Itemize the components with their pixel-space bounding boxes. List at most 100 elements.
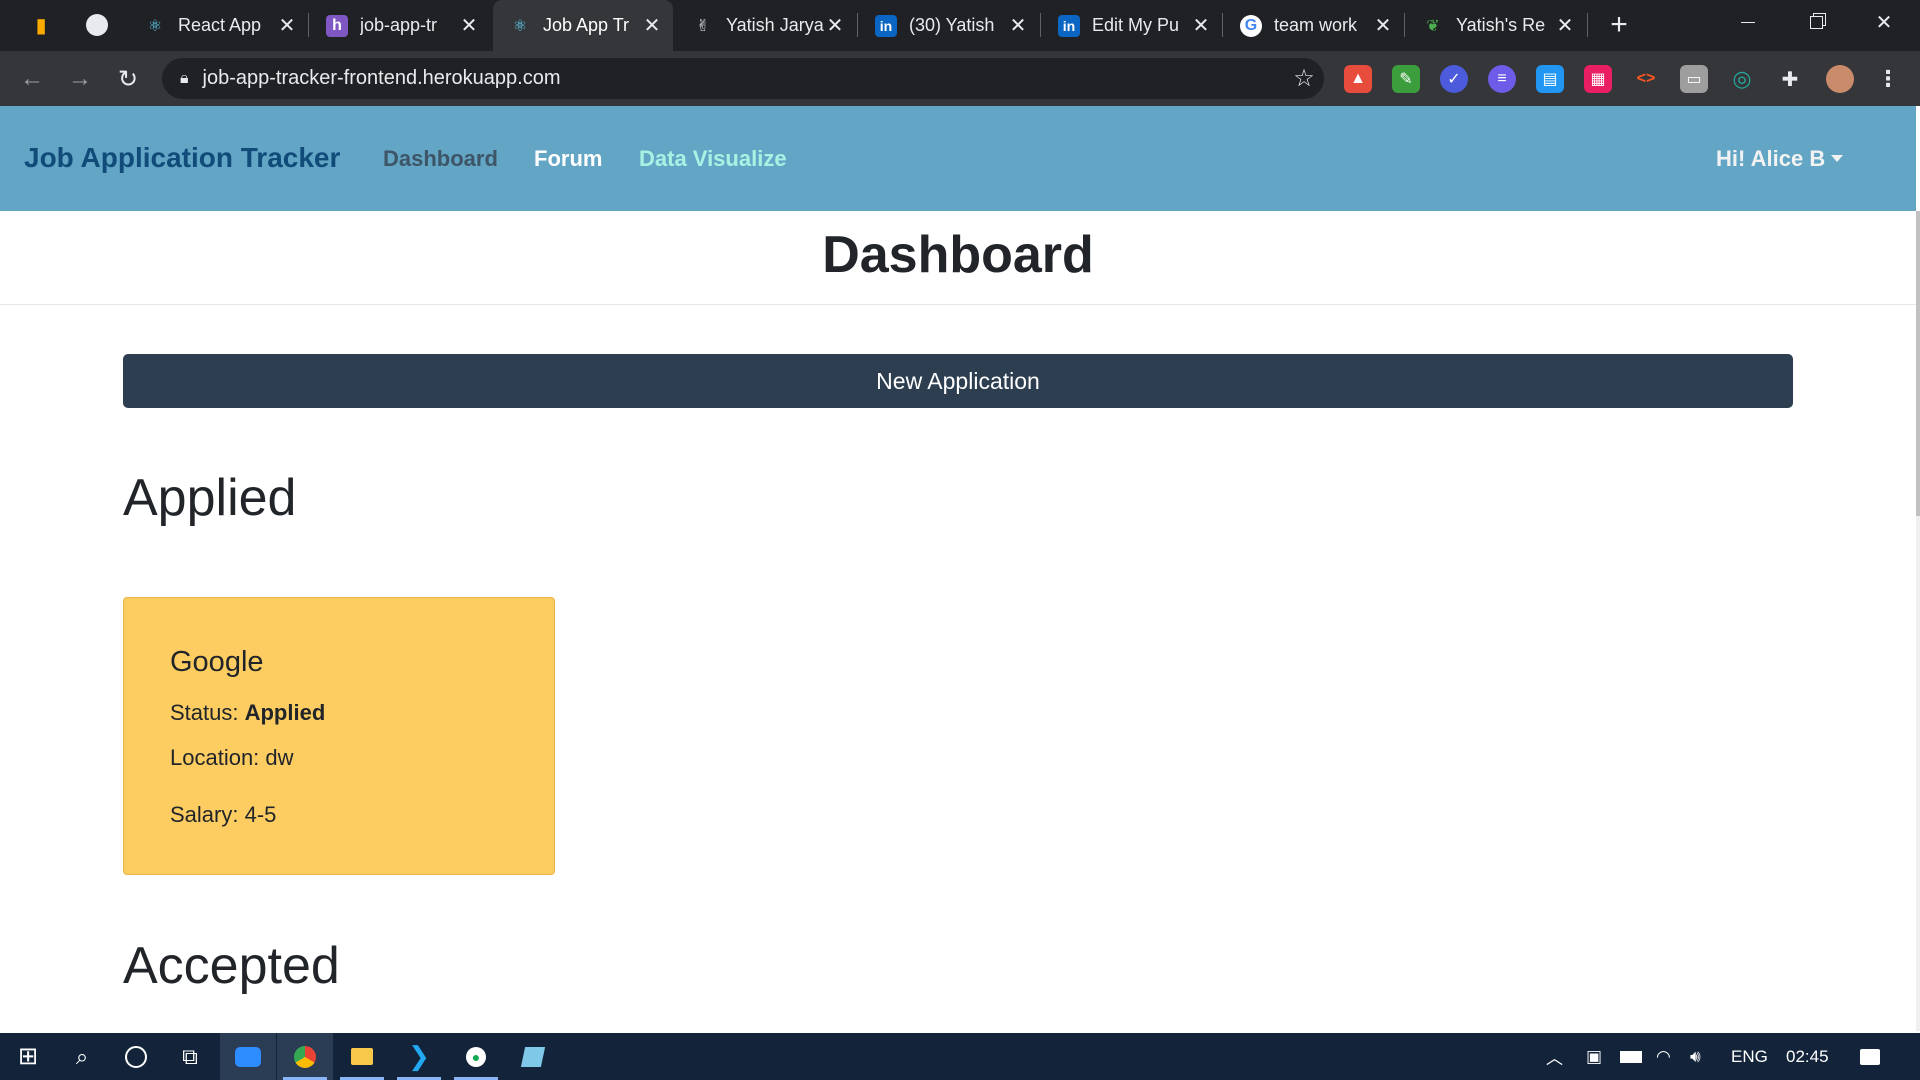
tab-title: job-app-tr bbox=[360, 15, 438, 35]
search-button[interactable]: ⌕ bbox=[54, 1033, 110, 1080]
task-view-icon: ⧉ bbox=[182, 1043, 198, 1069]
cortana-circle-icon bbox=[125, 1045, 147, 1068]
extensions-puzzle-icon[interactable]: ✚ bbox=[1776, 65, 1804, 93]
page-title: Dashboard bbox=[822, 226, 1094, 284]
extension-lighthouse-icon[interactable]: ▲ bbox=[1344, 65, 1372, 93]
nav-dashboard-link[interactable]: Dashboard bbox=[383, 146, 498, 172]
github-icon bbox=[86, 14, 108, 36]
vscode-icon: ❯ bbox=[408, 1041, 430, 1071]
new-tab-button[interactable]: + bbox=[1603, 9, 1635, 41]
new-application-button[interactable]: New Application bbox=[123, 354, 1793, 408]
tab-title: Edit My Pu bbox=[1092, 15, 1180, 35]
lock-icon: 🔒︎ bbox=[180, 69, 189, 87]
notes-icon bbox=[520, 1046, 546, 1067]
tab-separator bbox=[1404, 13, 1405, 37]
taskbar-vscode[interactable]: ❯ bbox=[391, 1033, 447, 1080]
cortana-button[interactable] bbox=[108, 1033, 164, 1080]
tray-volume[interactable]: 🔊︎ bbox=[1690, 1033, 1701, 1080]
tray-notifications[interactable] bbox=[1860, 1033, 1880, 1080]
tab-title: Yatish's Re bbox=[1456, 15, 1546, 35]
forward-button[interactable]: → bbox=[62, 61, 98, 97]
browser-tab-strip: ▮ ⚛ React App ✕ h job-app-tr ✕ ⚛ Job App… bbox=[0, 0, 1920, 51]
extension-reader-icon[interactable]: ▤ bbox=[1536, 65, 1564, 93]
close-tab-icon[interactable]: ✕ bbox=[1192, 13, 1210, 38]
browser-tab[interactable]: ❦ Yatish's Re ✕ bbox=[1406, 7, 1586, 44]
tray-clock[interactable]: 02:45 bbox=[1786, 1033, 1829, 1080]
close-icon: ✕ bbox=[1875, 11, 1893, 34]
speaker-icon: 🔊︎ bbox=[1690, 1046, 1701, 1066]
browser-tab[interactable]: ✌ Yatish Jarya ✕ bbox=[676, 7, 856, 44]
extension-printer-icon[interactable]: ▭ bbox=[1680, 65, 1708, 93]
tray-battery[interactable] bbox=[1620, 1033, 1642, 1080]
user-greeting: Hi! Alice B bbox=[1716, 146, 1826, 171]
minimize-button[interactable] bbox=[1716, 0, 1780, 44]
task-view-button[interactable]: ⧉ bbox=[162, 1033, 218, 1080]
url-text[interactable]: job-app-tracker-frontend.herokuapp.com bbox=[203, 67, 1284, 90]
application-card[interactable]: Google Status: Applied Location: dw Sala… bbox=[123, 597, 555, 875]
card-status: Status: Applied bbox=[170, 700, 325, 726]
browser-toolbar: ← → ↻ 🔒︎ job-app-tracker-frontend.heroku… bbox=[0, 51, 1920, 106]
tray-show-hidden[interactable]: ︿ bbox=[1546, 1033, 1563, 1080]
extension-stripes-icon[interactable]: ≡ bbox=[1488, 65, 1516, 93]
close-window-button[interactable]: ✕ bbox=[1852, 0, 1916, 44]
react-icon: ⚛ bbox=[147, 17, 163, 35]
reload-button[interactable]: ↻ bbox=[110, 61, 146, 97]
browser-tab[interactable]: ⚛ React App ✕ bbox=[128, 7, 308, 44]
tray-network[interactable]: ◠ bbox=[1656, 1033, 1671, 1080]
browser-tab[interactable]: h job-app-tr ✕ bbox=[310, 7, 490, 44]
tab-separator bbox=[1222, 13, 1223, 37]
tab-separator bbox=[1040, 13, 1041, 37]
close-tab-icon[interactable]: ✕ bbox=[826, 13, 844, 38]
search-icon: ⌕ bbox=[75, 1043, 89, 1069]
close-tab-icon[interactable]: ✕ bbox=[1009, 13, 1027, 38]
back-button[interactable]: ← bbox=[14, 61, 50, 97]
taskbar-notes-app[interactable] bbox=[505, 1033, 561, 1080]
start-button[interactable]: ⊞ bbox=[0, 1033, 56, 1080]
card-status-label: Status: bbox=[170, 700, 239, 725]
arrow-left-icon: ← bbox=[20, 65, 44, 92]
notification-icon bbox=[1860, 1048, 1880, 1065]
taskbar-mongodb[interactable]: ● bbox=[448, 1033, 504, 1080]
extension-ring-icon[interactable]: ◎ bbox=[1728, 65, 1756, 93]
brand-link[interactable]: Job Application Tracker bbox=[24, 142, 340, 174]
taskbar-file-explorer[interactable] bbox=[334, 1033, 390, 1080]
browser-tab[interactable]: G team work ✕ bbox=[1224, 7, 1404, 44]
browser-tab-active[interactable]: ⚛ Job App Tr ✕ bbox=[493, 0, 673, 51]
taskbar-chrome[interactable] bbox=[277, 1033, 333, 1080]
extension-pen-icon[interactable]: ✎ bbox=[1392, 65, 1420, 93]
tray-language[interactable]: ENG bbox=[1731, 1033, 1768, 1080]
browser-tab[interactable]: in (30) Yatish ✕ bbox=[859, 7, 1039, 44]
chevron-up-icon: ︿ bbox=[1546, 1049, 1563, 1068]
card-status-value: Applied bbox=[244, 700, 326, 725]
extension-grid-icon[interactable]: ▦ bbox=[1584, 65, 1612, 93]
restore-button[interactable] bbox=[1784, 0, 1848, 44]
nav-data-visualize-link[interactable]: Data Visualize bbox=[639, 146, 787, 172]
close-tab-icon[interactable]: ✕ bbox=[460, 13, 478, 38]
profile-avatar[interactable] bbox=[1826, 65, 1854, 93]
extension-check-icon[interactable]: ✓ bbox=[1440, 65, 1468, 93]
tab-separator bbox=[1587, 13, 1588, 37]
pinned-tab-bookmark[interactable]: ▮ bbox=[16, 7, 66, 43]
restore-icon bbox=[1809, 15, 1823, 29]
user-menu-dropdown[interactable]: Hi! Alice B bbox=[1716, 146, 1844, 172]
google-icon: G bbox=[1240, 14, 1262, 37]
page-header: Dashboard bbox=[0, 211, 1916, 305]
taskbar-zoom[interactable] bbox=[220, 1033, 276, 1080]
bookmark-icon: ▮ bbox=[35, 14, 47, 37]
browser-tab[interactable]: in Edit My Pu ✕ bbox=[1042, 7, 1222, 44]
nav-forum-link[interactable]: Forum bbox=[534, 146, 602, 172]
close-tab-icon[interactable]: ✕ bbox=[1556, 13, 1574, 38]
close-tab-icon[interactable]: ✕ bbox=[643, 13, 661, 38]
browser-menu-icon[interactable]: ⋮ bbox=[1874, 65, 1902, 93]
bookmark-star-icon[interactable]: ☆ bbox=[1284, 64, 1324, 93]
close-tab-icon[interactable]: ✕ bbox=[278, 13, 296, 38]
tray-meet-now[interactable]: ▣ bbox=[1586, 1033, 1602, 1080]
pinned-tab-github[interactable] bbox=[72, 7, 122, 43]
tab-title: team work bbox=[1274, 15, 1358, 35]
extension-code-icon[interactable]: <> bbox=[1632, 65, 1660, 93]
zoom-camera-icon bbox=[235, 1046, 261, 1067]
close-tab-icon[interactable]: ✕ bbox=[1374, 13, 1392, 38]
heroku-icon: h bbox=[326, 14, 348, 37]
address-bar[interactable]: 🔒︎ job-app-tracker-frontend.herokuapp.co… bbox=[162, 58, 1324, 99]
page-scrollbar-thumb[interactable] bbox=[1916, 211, 1920, 516]
